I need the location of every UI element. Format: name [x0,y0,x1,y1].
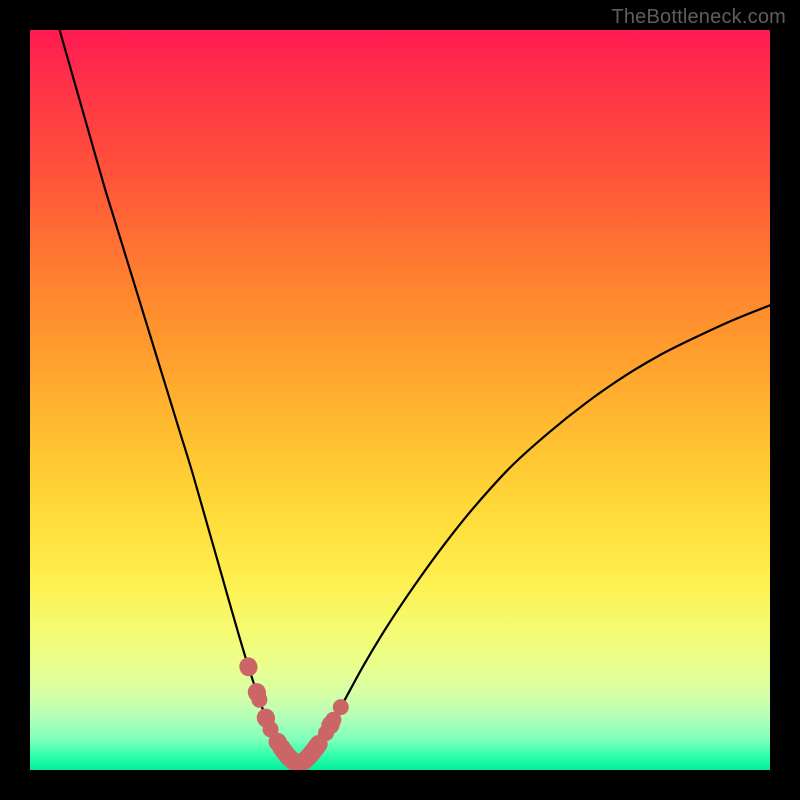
plot-area [30,30,770,770]
bottleneck-curve [60,30,770,763]
chart-frame: TheBottleneck.com [0,0,800,800]
marker-band [240,658,348,770]
chart-svg [30,30,770,770]
watermark-text: TheBottleneck.com [611,6,786,29]
